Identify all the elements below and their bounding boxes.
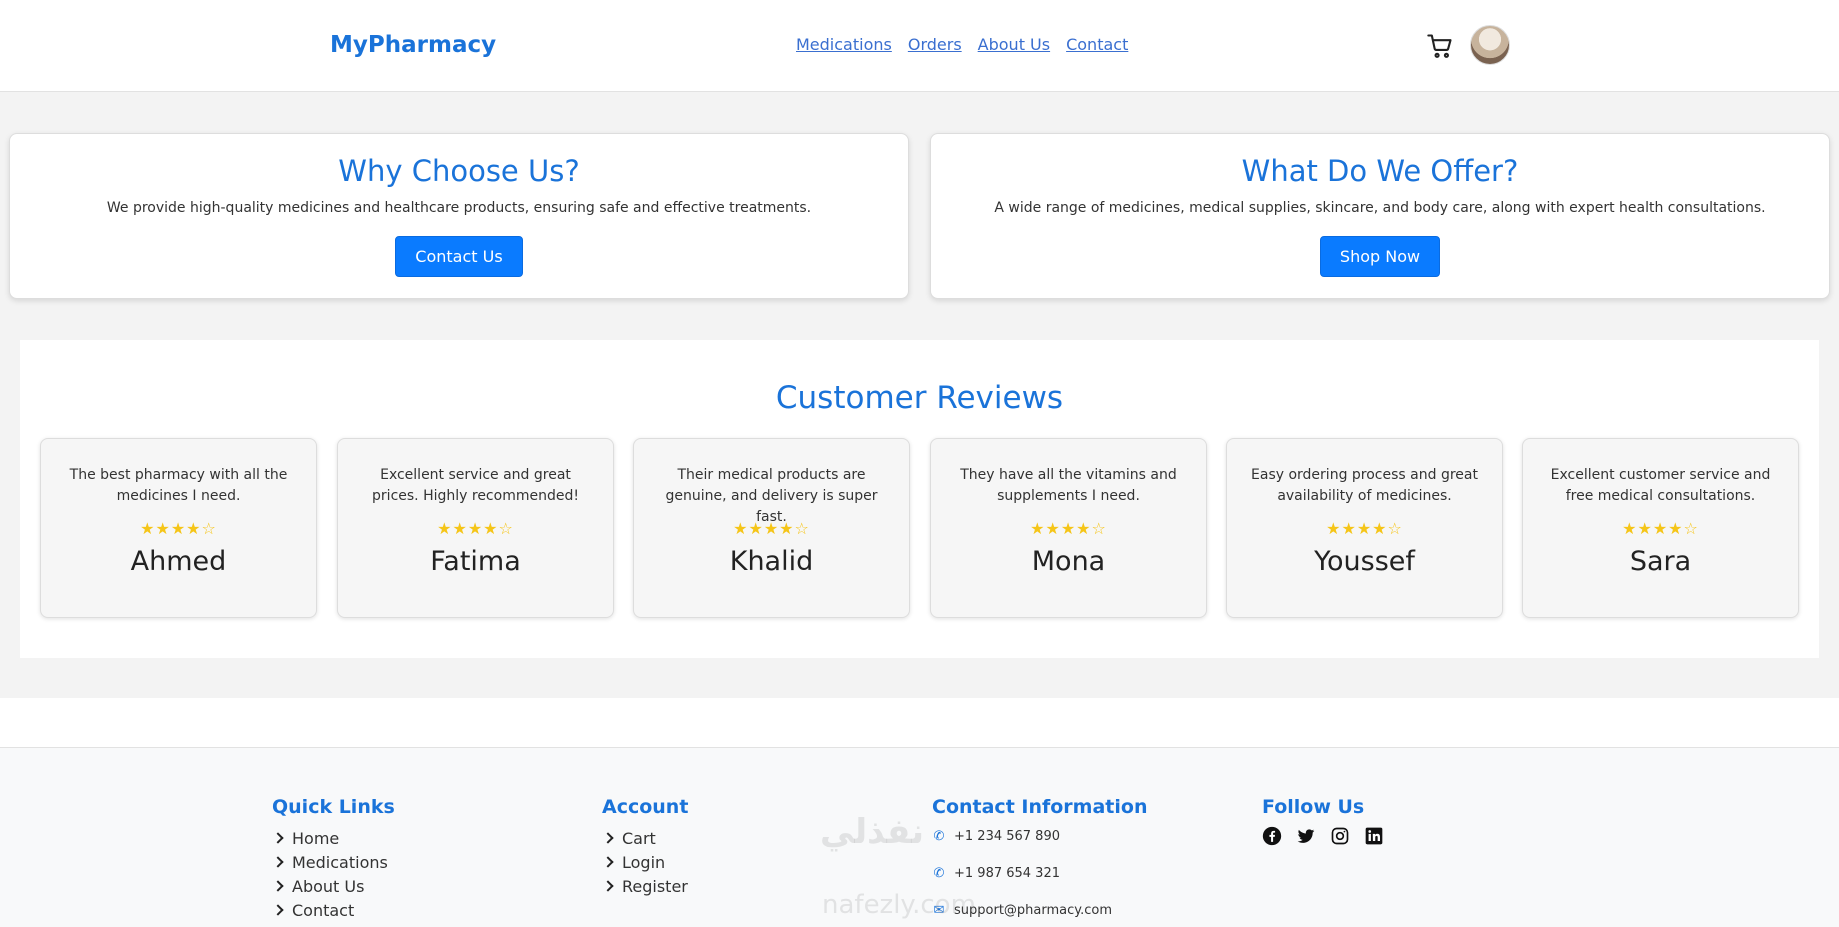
follow-us-column: Follow Us [1262, 796, 1384, 846]
review-text: Easy ordering process and great availabi… [1251, 467, 1478, 504]
review-stars: ★★★★☆ [1030, 519, 1107, 538]
footer-link-label: Login [622, 852, 666, 872]
why-choose-us-card: Why Choose Us? We provide high-quality m… [9, 133, 909, 299]
customer-reviews-section: Customer Reviews The best pharmacy with … [20, 340, 1819, 658]
review-text: Excellent service and great prices. High… [372, 467, 579, 504]
twitter-icon[interactable] [1296, 826, 1316, 846]
nav-link-contact[interactable]: Contact [1066, 35, 1128, 54]
contact-us-button[interactable]: Contact Us [395, 236, 523, 277]
review-text: The best pharmacy with all the medicines… [69, 467, 288, 504]
what-we-offer-text: A wide range of medicines, medical suppl… [994, 200, 1766, 216]
customer-reviews-title: Customer Reviews [775, 380, 1064, 416]
footer-link-label: Medications [292, 852, 388, 872]
reviewer-name: Mona [1031, 546, 1106, 577]
email-address[interactable]: support@pharmacy.com [954, 903, 1112, 918]
contact-phone-2: ✆ +1 987 654 321 [932, 863, 1147, 883]
main-nav: Medications Orders About Us Contact [796, 35, 1128, 54]
site-footer: Quick Links Home Medications About Us Co… [0, 748, 1839, 927]
chevron-right-icon [272, 856, 284, 868]
footer-link-cart[interactable]: Cart [602, 826, 688, 850]
user-avatar[interactable] [1470, 25, 1510, 65]
chevron-right-icon [602, 856, 614, 868]
shop-now-button[interactable]: Shop Now [1319, 236, 1441, 277]
what-we-offer-title: What Do We Offer? [1241, 154, 1519, 188]
review-card: Excellent service and great prices. High… [337, 438, 614, 618]
review-card: They have all the vitamins and supplemen… [930, 438, 1207, 618]
footer-link-medications[interactable]: Medications [272, 850, 395, 874]
what-we-offer-card: What Do We Offer? A wide range of medici… [930, 133, 1830, 299]
quick-links-column: Quick Links Home Medications About Us Co… [272, 796, 395, 922]
phone-number: +1 987 654 321 [954, 865, 1060, 881]
phone-number: +1 234 567 890 [954, 828, 1060, 844]
follow-us-title: Follow Us [1262, 796, 1365, 818]
phone-icon: ✆ [933, 865, 945, 881]
footer-link-label: About Us [292, 876, 365, 896]
footer-link-contact[interactable]: Contact [272, 898, 395, 922]
review-text: They have all the vitamins and supplemen… [960, 467, 1177, 504]
review-card: The best pharmacy with all the medicines… [40, 438, 317, 618]
review-stars: ★★★★☆ [733, 519, 810, 538]
facebook-icon[interactable] [1262, 826, 1282, 846]
reviewer-name: Youssef [1314, 546, 1415, 577]
instagram-icon[interactable] [1330, 826, 1350, 846]
contact-info-column: Contact Information ✆ +1 234 567 890 ✆ +… [932, 796, 1147, 927]
nav-link-about-us[interactable]: About Us [978, 35, 1050, 54]
chevron-right-icon [602, 880, 614, 892]
chevron-right-icon [602, 832, 614, 844]
footer-link-label: Contact [292, 900, 355, 920]
social-links [1262, 826, 1384, 846]
review-card: Excellent customer service and free medi… [1522, 438, 1799, 618]
review-card: Easy ordering process and great availabi… [1226, 438, 1503, 618]
chevron-right-icon [272, 832, 284, 844]
contact-info-title: Contact Information [932, 796, 1148, 818]
review-stars: ★★★★☆ [140, 519, 217, 538]
site-logo[interactable]: MyPharmacy [330, 32, 496, 58]
phone-icon: ✆ [933, 828, 945, 844]
footer-spacer [0, 698, 1839, 748]
review-card: Their medical products are genuine, and … [633, 438, 910, 618]
review-stars: ★★★★☆ [437, 519, 514, 538]
contact-email: ✉ support@pharmacy.com [932, 900, 1147, 920]
linkedin-icon[interactable] [1364, 826, 1384, 846]
footer-link-register[interactable]: Register [602, 874, 688, 898]
envelope-icon: ✉ [933, 902, 945, 918]
cart-icon[interactable] [1426, 32, 1454, 60]
why-choose-us-title: Why Choose Us? [338, 154, 580, 188]
footer-link-label: Home [292, 828, 340, 848]
chevron-right-icon [272, 880, 284, 892]
reviewer-name: Ahmed [130, 546, 227, 577]
footer-link-about-us[interactable]: About Us [272, 874, 395, 898]
chevron-right-icon [272, 904, 284, 916]
footer-link-label: Cart [622, 828, 656, 848]
contact-phone-1: ✆ +1 234 567 890 [932, 826, 1147, 846]
nav-link-orders[interactable]: Orders [908, 35, 962, 54]
quick-links-title: Quick Links [272, 796, 395, 818]
reviewer-name: Khalid [729, 546, 814, 577]
review-text: Excellent customer service and free medi… [1550, 467, 1771, 504]
why-choose-us-text: We provide high-quality medicines and he… [106, 200, 812, 216]
account-title: Account [602, 796, 689, 818]
review-text: Their medical products are genuine, and … [665, 467, 878, 525]
site-header: MyPharmacy Medications Orders About Us C… [0, 0, 1839, 92]
footer-link-label: Register [622, 876, 688, 896]
account-column: Account Cart Login Register [602, 796, 688, 898]
nav-link-medications[interactable]: Medications [796, 35, 892, 54]
footer-link-login[interactable]: Login [602, 850, 688, 874]
review-stars: ★★★★☆ [1622, 519, 1699, 538]
reviewer-name: Fatima [430, 546, 521, 577]
footer-link-home[interactable]: Home [272, 826, 395, 850]
reviewer-name: Sara [1629, 546, 1692, 577]
review-stars: ★★★★☆ [1326, 519, 1403, 538]
